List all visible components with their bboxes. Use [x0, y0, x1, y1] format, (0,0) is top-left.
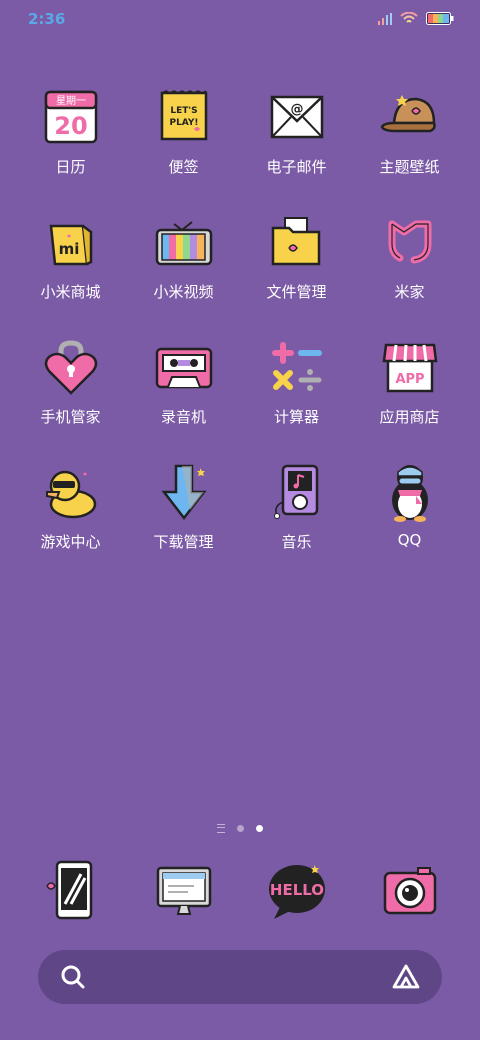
music-player-icon	[266, 461, 328, 523]
shopping-bag-icon: mi	[40, 211, 102, 273]
app-label: 下载管理	[153, 533, 214, 551]
app-grid: 星期一 20 日历 LET'S PLAY! 便签 @ 电子邮件 主题壁纸 mi …	[14, 86, 466, 586]
app-recorder[interactable]: 录音机	[127, 336, 240, 461]
svg-text:PLAY!: PLAY!	[169, 118, 198, 128]
app-label: 手机管家	[40, 408, 101, 426]
app-row: 星期一 20 日历 LET'S PLAY! 便签 @ 电子邮件 主题壁纸	[14, 86, 466, 211]
app-label: 录音机	[160, 408, 206, 426]
mi-logo: mi	[58, 240, 79, 258]
app-security[interactable]: 手机管家	[14, 336, 127, 461]
download-arrow-icon	[153, 461, 215, 523]
dock-messages[interactable]: HELLO	[240, 856, 353, 926]
app-calendar[interactable]: 星期一 20 日历	[14, 86, 127, 211]
folder-icon	[266, 211, 328, 273]
app-notes[interactable]: LET'S PLAY! 便签	[127, 86, 240, 211]
phone-icon	[40, 860, 102, 922]
page-indicator[interactable]	[0, 824, 480, 833]
page-dot-active	[256, 825, 263, 832]
app-app-store[interactable]: APP 应用商店	[353, 336, 466, 461]
assistant-icon[interactable]	[392, 963, 420, 991]
mi-home-icon	[379, 211, 441, 273]
app-label: 主题壁纸	[379, 158, 440, 176]
home-screen: 2:36 星期一 20 日历 LET'S PLAY! 便签 @ 电子邮件 主题壁…	[0, 0, 480, 1040]
app-label: 小米视频	[153, 283, 214, 301]
app-mi-home[interactable]: 米家	[353, 211, 466, 336]
camera-icon	[379, 860, 441, 922]
heart-lock-icon	[40, 336, 102, 398]
duck-icon	[40, 461, 102, 523]
dock-phone[interactable]	[14, 856, 127, 926]
app-game-center[interactable]: 游戏中心	[14, 461, 127, 586]
app-email[interactable]: @ 电子邮件	[240, 86, 353, 211]
calculator-icon	[266, 336, 328, 398]
page-dot	[237, 825, 244, 832]
app-label: 文件管理	[266, 283, 327, 301]
wifi-icon	[400, 12, 418, 23]
app-row: 手机管家 录音机 计算器 APP 应用商店	[14, 336, 466, 461]
app-calculator[interactable]: 计算器	[240, 336, 353, 461]
at-sign: @	[290, 102, 303, 117]
app-label: 便签	[168, 158, 199, 176]
cap-icon	[379, 86, 441, 148]
app-label: 小米商城	[40, 283, 101, 301]
signal-icon	[378, 12, 392, 25]
app-row: mi 小米商城 小米视频 文件管理 米家	[14, 211, 466, 336]
search-bar[interactable]	[38, 950, 442, 1004]
battery-icon	[426, 12, 454, 25]
monitor-icon	[153, 860, 215, 922]
calendar-day: 20	[54, 112, 87, 140]
app-label: 游戏中心	[40, 533, 101, 551]
hello-text: HELLO	[269, 881, 323, 899]
notes-icon: LET'S PLAY!	[153, 86, 215, 148]
shop-icon: APP	[379, 336, 441, 398]
dock-camera[interactable]	[353, 856, 466, 926]
app-file-manager[interactable]: 文件管理	[240, 211, 353, 336]
app-qq[interactable]: QQ	[353, 461, 466, 586]
app-store-text: APP	[395, 372, 424, 387]
app-music[interactable]: 音乐	[240, 461, 353, 586]
tv-icon	[153, 211, 215, 273]
penguin-icon	[379, 461, 441, 523]
search-icon[interactable]	[60, 964, 86, 990]
envelope-icon: @	[266, 86, 328, 148]
app-label: 米家	[394, 283, 425, 301]
status-time: 2:36	[28, 10, 66, 28]
app-label: 音乐	[281, 533, 312, 551]
svg-text:LET'S: LET'S	[170, 106, 197, 116]
app-label: 应用商店	[379, 408, 440, 426]
speech-bubble-icon: HELLO	[266, 860, 328, 922]
page-indicator-menu	[217, 824, 225, 833]
dock: HELLO	[14, 856, 466, 926]
app-label: 日历	[55, 158, 86, 176]
app-themes[interactable]: 主题壁纸	[353, 86, 466, 211]
calendar-icon: 星期一 20	[40, 86, 102, 148]
app-mi-store[interactable]: mi 小米商城	[14, 211, 127, 336]
app-label: QQ	[397, 531, 422, 549]
app-mi-video[interactable]: 小米视频	[127, 211, 240, 336]
status-icons	[378, 12, 454, 25]
app-row: 游戏中心 下载管理 音乐 QQ	[14, 461, 466, 586]
app-downloads[interactable]: 下载管理	[127, 461, 240, 586]
dock-browser[interactable]	[127, 856, 240, 926]
app-label: 计算器	[273, 408, 319, 426]
cassette-icon	[153, 336, 215, 398]
app-label: 电子邮件	[266, 158, 327, 176]
calendar-weekday: 星期一	[56, 95, 86, 107]
